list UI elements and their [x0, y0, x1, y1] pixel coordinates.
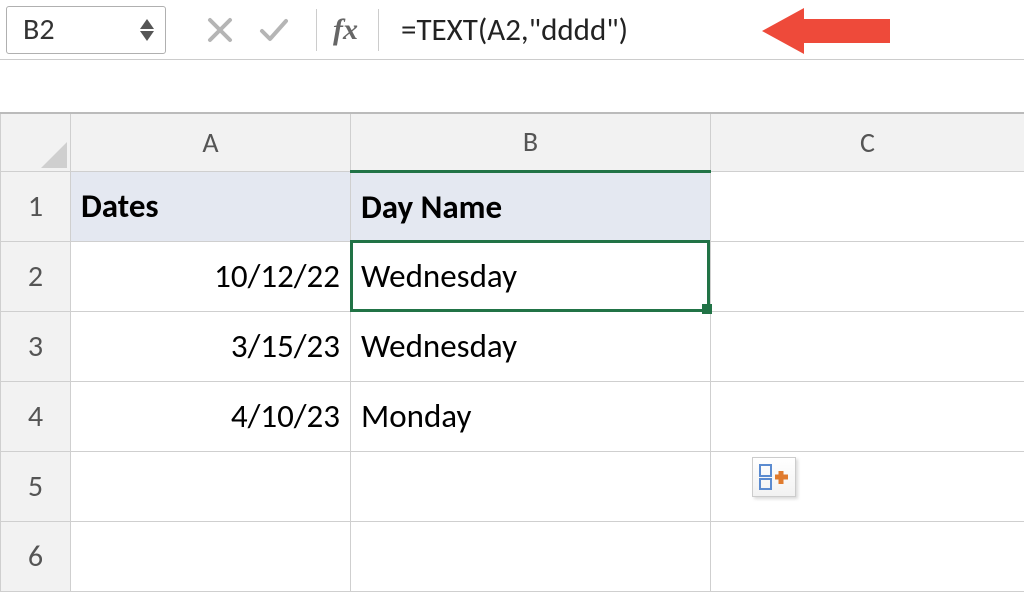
row-header-5[interactable]: 5 — [1, 451, 71, 521]
cell-a1[interactable]: Dates — [71, 171, 351, 241]
cell-a2[interactable]: 10/12/22 — [71, 241, 351, 311]
column-header-a[interactable]: A — [71, 113, 351, 171]
close-icon — [207, 17, 233, 43]
row-header-6[interactable]: 6 — [1, 521, 71, 591]
cell-b4[interactable]: Monday — [351, 381, 711, 451]
select-all-icon — [41, 142, 67, 168]
cell-b2[interactable]: Wednesday — [351, 241, 711, 311]
check-icon — [259, 17, 289, 43]
cell-c1[interactable] — [711, 171, 1024, 241]
row-5: 5 — [1, 451, 1024, 521]
cell-b6[interactable] — [351, 521, 711, 591]
cancel-formula-button[interactable] — [196, 6, 244, 54]
cell-a4[interactable]: 4/10/23 — [71, 381, 351, 451]
name-box-value: B2 — [23, 11, 55, 48]
cell-a3[interactable]: 3/15/23 — [71, 311, 351, 381]
cell-a5[interactable] — [71, 451, 351, 521]
autofill-options-button[interactable] — [752, 457, 796, 497]
select-all-corner[interactable] — [1, 113, 71, 171]
cell-c4[interactable] — [711, 381, 1024, 451]
column-header-b[interactable]: B — [351, 113, 711, 171]
row-header-4[interactable]: 4 — [1, 381, 71, 451]
row-3: 3 3/15/23 Wednesday — [1, 311, 1024, 381]
cell-c6[interactable] — [711, 521, 1024, 591]
cell-c2[interactable] — [711, 241, 1024, 311]
cell-c3[interactable] — [711, 311, 1024, 381]
row-header-3[interactable]: 3 — [1, 311, 71, 381]
cell-a6[interactable] — [71, 521, 351, 591]
column-headers: A B C — [1, 113, 1024, 171]
autofill-options-icon — [759, 464, 789, 490]
separator — [316, 9, 317, 51]
chevron-down-icon — [139, 30, 155, 42]
name-box-stepper[interactable] — [139, 18, 155, 42]
chevron-up-icon — [139, 18, 155, 30]
name-box[interactable]: B2 — [6, 6, 166, 54]
confirm-formula-button[interactable] — [250, 6, 298, 54]
row-6: 6 — [1, 521, 1024, 591]
row-header-1[interactable]: 1 — [1, 171, 71, 241]
fx-icon[interactable]: fx — [329, 13, 366, 47]
cell-b1[interactable]: Day Name — [351, 171, 711, 241]
formula-input[interactable] — [391, 10, 1024, 50]
cell-b3[interactable]: Wednesday — [351, 311, 711, 381]
spreadsheet-grid: A B C 1 Dates Day Name 2 10/12/22 Wednes… — [0, 112, 1024, 592]
annotation-arrow-icon — [762, 8, 890, 54]
row-4: 4 4/10/23 Monday — [1, 381, 1024, 451]
gap — [0, 60, 1024, 112]
row-2: 2 10/12/22 Wednesday — [1, 241, 1024, 311]
cell-b5[interactable] — [351, 451, 711, 521]
column-header-c[interactable]: C — [711, 113, 1024, 171]
row-header-2[interactable]: 2 — [1, 241, 71, 311]
separator — [378, 9, 379, 51]
row-1: 1 Dates Day Name — [1, 171, 1024, 241]
